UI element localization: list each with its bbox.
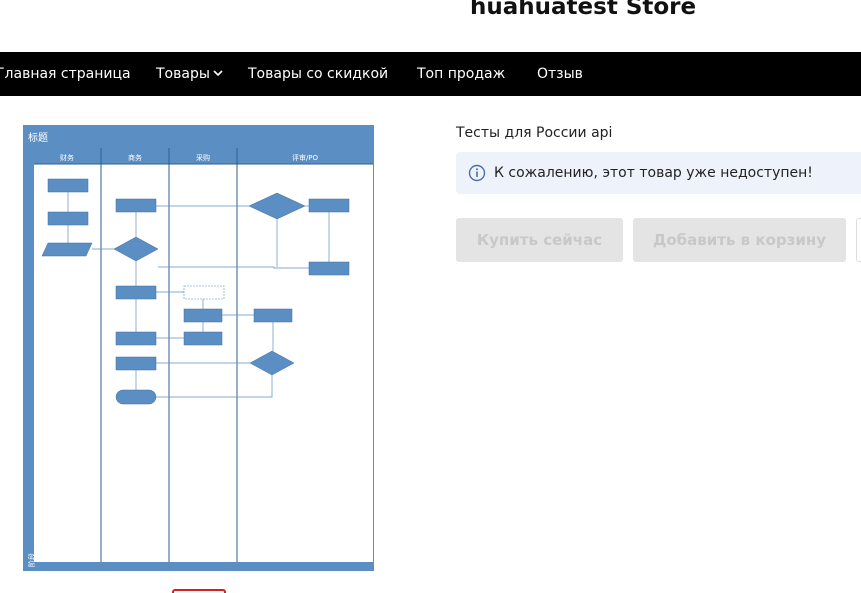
lane-label-finance: 财务 bbox=[60, 153, 74, 162]
nav-item-discounts[interactable]: Товары со скидкой bbox=[248, 52, 388, 96]
buy-now-button[interactable]: Купить сейчас bbox=[456, 218, 623, 262]
product-image[interactable]: 标题 财务 商务 采购 评审/PO 阶段 bbox=[23, 125, 374, 571]
notice-text: К сожалению, этот товар уже недоступен! bbox=[494, 165, 813, 181]
nav-item-products[interactable]: Товары bbox=[156, 52, 223, 96]
lane-label-business: 商务 bbox=[128, 153, 142, 162]
product-name: Тесты для России api bbox=[456, 125, 613, 141]
nav-item-bestsellers[interactable]: Топ продаж bbox=[417, 52, 505, 96]
lane-label-procurement: 采购 bbox=[196, 153, 210, 162]
lane-label-review: 评审/PO bbox=[292, 153, 319, 162]
unavailable-notice: К сожалению, этот товар уже недоступен! bbox=[456, 152, 861, 194]
extra-action-button[interactable] bbox=[856, 218, 861, 262]
diagram-title: 标题 bbox=[28, 132, 48, 144]
info-icon bbox=[468, 164, 486, 182]
add-to-cart-button[interactable]: Добавить в корзину bbox=[633, 218, 846, 262]
flowchart-diagram: 标题 财务 商务 采购 评审/PO 阶段 bbox=[24, 126, 373, 570]
nav-item-products-label: Товары bbox=[156, 66, 210, 82]
main-nav: Главная страница Товары Товары со скидко… bbox=[0, 52, 861, 96]
chevron-down-icon[interactable] bbox=[213, 52, 223, 96]
nav-item-reviews[interactable]: Отзыв bbox=[537, 52, 583, 96]
store-title: huahuatest Store bbox=[470, 0, 697, 20]
nav-item-home[interactable]: Главная страница bbox=[0, 52, 131, 96]
image-thumbnail[interactable] bbox=[172, 589, 226, 593]
diagram-footer-label: 阶段 bbox=[27, 553, 36, 567]
